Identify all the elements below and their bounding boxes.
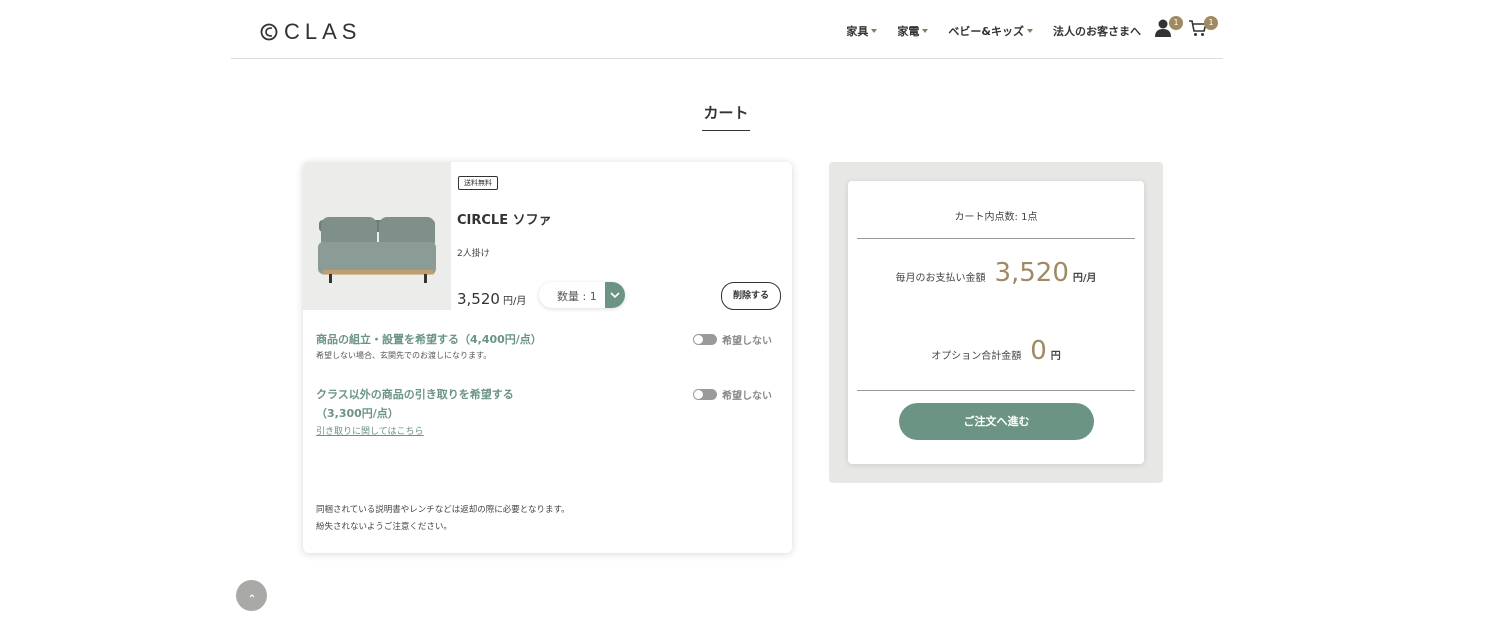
user-badge: 1 (1169, 16, 1183, 30)
cart-item-card: 送料無料 CIRCLE ソファ 2人掛け 3,520 円/月 数量 : 1 削除す… (303, 162, 792, 553)
monthly-payment-row: 毎月のお支払い金額 3,520 円/月 (848, 258, 1144, 288)
toggle-label: 希望しない (722, 336, 772, 347)
chevron-down-icon (871, 29, 878, 33)
nav-item-business[interactable]: 法人のお客さまへ (1053, 23, 1141, 39)
divider (857, 390, 1135, 391)
nav-item-label: 法人のお客さまへ (1053, 25, 1141, 38)
toggle-switch[interactable] (693, 334, 717, 345)
toggle-switch[interactable] (693, 389, 717, 400)
account-button[interactable]: 1 (1153, 16, 1183, 40)
chevron-down-icon (1027, 29, 1033, 33)
nav-item-label: ベビー&キッズ (948, 25, 1024, 38)
monthly-payment-unit: 円/月 (1072, 273, 1097, 284)
page-title: カート (703, 104, 749, 122)
pickup-info-link[interactable]: 引き取りに関してはこちら (316, 424, 424, 437)
scroll-to-top-button[interactable] (236, 580, 267, 611)
assembly-option-title: 商品の組立・設置を希望する（4,400円/点） (316, 333, 542, 346)
pickup-option-title: クラス以外の商品の引き取りを希望する (316, 388, 514, 401)
option-total-label: オプション合計金額 (931, 351, 1022, 362)
pickup-option-price: （3,300円/点） (316, 407, 399, 420)
footnote-line-2: 紛失されないようご注意ください。 (316, 522, 452, 532)
quantity-select[interactable]: 数量 : 1 (539, 282, 625, 308)
option-total-amount: 0 (1030, 336, 1047, 366)
main-nav: 家具 家電 ベビー&キッズ 法人のお客さまへ (846, 23, 1141, 39)
nav-item-baby-kids[interactable]: ベビー&キッズ (948, 23, 1033, 39)
item-price-unit: 円/月 (502, 296, 527, 307)
option-total-row: オプション合計金額 0 円 (848, 336, 1144, 366)
monthly-payment-label: 毎月のお支払い金額 (895, 273, 986, 284)
title-underline (702, 130, 750, 131)
nav-item-label: 家電 (897, 25, 920, 38)
divider (857, 238, 1135, 239)
nav-item-appliances[interactable]: 家電 (897, 23, 929, 39)
pickup-toggle[interactable]: 希望しない (693, 387, 772, 402)
delete-button[interactable]: 削除する (721, 282, 781, 310)
order-summary-panel: カート内点数: 1点 毎月のお支払い金額 3,520 円/月 オプション合計金額… (829, 162, 1163, 483)
chevron-down-icon (610, 292, 620, 299)
nav-item-label: 家具 (846, 25, 869, 38)
logo-mark-icon (260, 23, 278, 41)
sofa-image (303, 162, 451, 310)
toggle-knob (694, 335, 703, 344)
chevron-down-icon (922, 29, 929, 33)
logo[interactable]: CLAS (260, 19, 362, 44)
item-price-value: 3,520 (457, 290, 500, 308)
free-shipping-tag: 送料無料 (458, 176, 498, 190)
toggle-knob (694, 390, 703, 399)
assembly-toggle[interactable]: 希望しない (693, 332, 772, 347)
site-header: CLAS 家具 家電 ベビー&キッズ 法人のお客さまへ 1 1 (231, 0, 1223, 59)
order-summary-card: カート内点数: 1点 毎月のお支払い金額 3,520 円/月 オプション合計金額… (848, 181, 1144, 464)
quantity-label: 数量 : 1 (557, 290, 597, 303)
monthly-payment-amount: 3,520 (994, 258, 1069, 288)
toggle-label: 希望しない (722, 391, 772, 402)
quantity-dropdown[interactable] (605, 282, 625, 308)
item-price: 3,520 円/月 (457, 290, 526, 308)
chevron-up-icon (249, 593, 254, 597)
footnote-line-1: 同梱されている説明書やレンチなどは返却の際に必要となります。 (316, 505, 570, 515)
cart-button[interactable]: 1 (1188, 16, 1218, 40)
checkout-button[interactable]: ご注文へ進む (899, 403, 1094, 440)
product-variant: 2人掛け (457, 249, 490, 259)
product-image[interactable] (303, 162, 451, 310)
nav-item-furniture[interactable]: 家具 (846, 23, 878, 39)
assembly-option-note: 希望しない場合、玄関先でのお渡しになります。 (316, 351, 492, 360)
product-name[interactable]: CIRCLE ソファ (457, 209, 552, 228)
cart-count: カート内点数: 1点 (954, 212, 1038, 223)
cart-badge: 1 (1204, 16, 1218, 30)
option-total-unit: 円 (1050, 351, 1061, 362)
logo-text: CLAS (284, 19, 362, 44)
